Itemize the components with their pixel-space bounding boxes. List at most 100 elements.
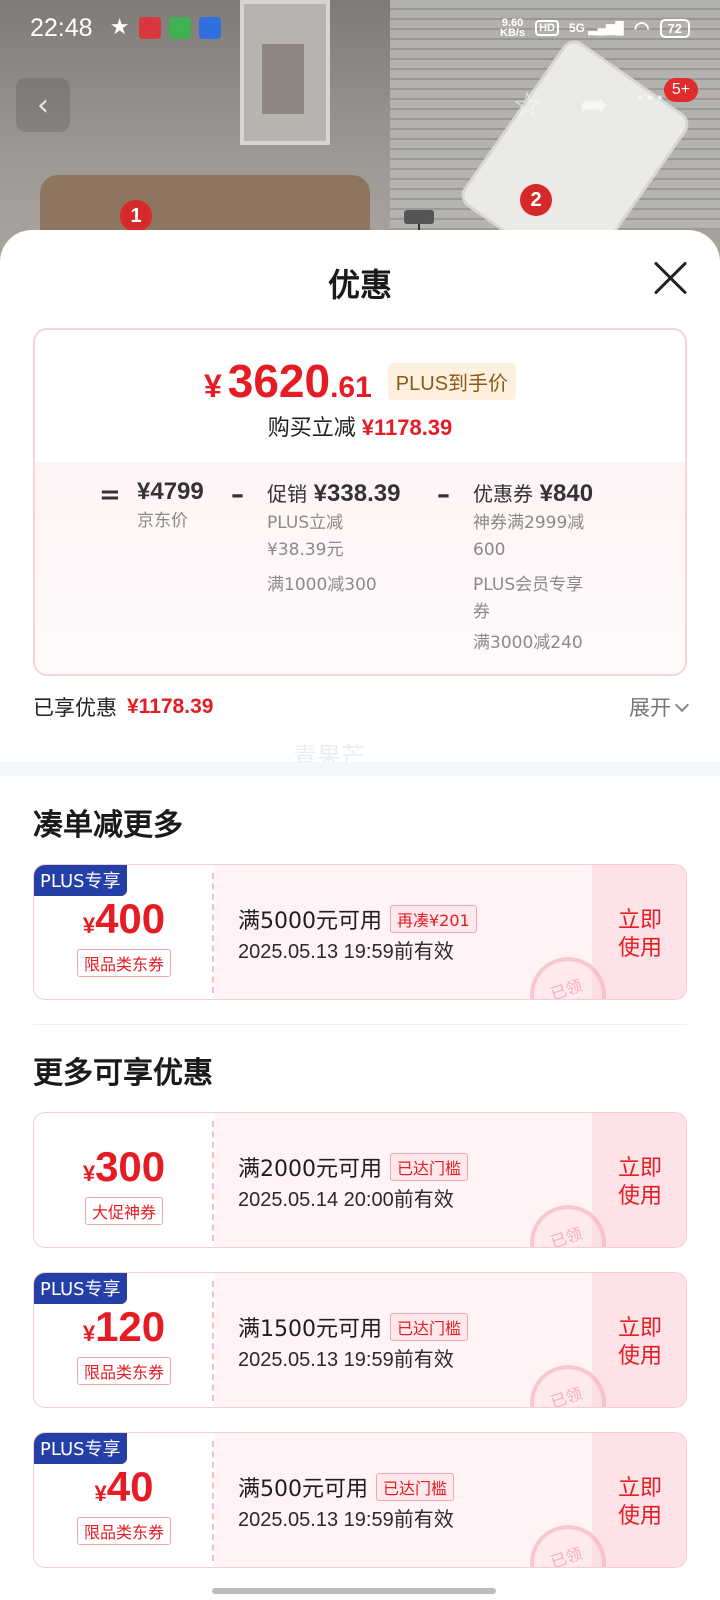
section-divider [0, 762, 720, 776]
use-now-button[interactable]: 立即使用 [592, 865, 686, 999]
coupon-currency: ¥ [82, 1161, 96, 1186]
expand-button[interactable]: 展开 [629, 692, 690, 722]
coupon-status-tag: 已达门槛 [390, 1313, 469, 1341]
coupon-value: ¥120 [34, 1303, 214, 1351]
coupon-condition: 满2000元可用 [238, 1157, 382, 1182]
use-now-label: 立即使用 [617, 908, 662, 961]
star-icon: ★ [109, 15, 130, 40]
baidu-app-icon [198, 17, 221, 39]
signal-label: 5G [569, 21, 586, 35]
base-price-label: 京东价 [137, 511, 188, 531]
share-icon[interactable]: ➦ [580, 85, 609, 125]
promo-amount: ¥338.39 [313, 480, 401, 507]
back-button[interactable]: ‹ [16, 78, 70, 132]
coupon-line: 满3000减240 [473, 633, 583, 653]
coupon-currency: ¥ [82, 913, 96, 938]
discount-amount: ¥1178.39 [361, 415, 453, 440]
price-integer: 3620 [227, 355, 331, 407]
coupon-validity: 2025.05.13 19:59前有效 [238, 941, 454, 963]
hd-icon: HD [535, 20, 559, 36]
chevron-down-icon [674, 697, 690, 712]
use-now-button[interactable]: 立即使用 [592, 1433, 686, 1567]
coupon-validity: 2025.05.13 19:59前有效 [238, 1509, 454, 1531]
coupon-type: 限品类东券 [76, 1357, 171, 1385]
coupon-type: 限品类东券 [76, 1517, 171, 1545]
coupon-currency: ¥ [82, 1321, 96, 1346]
plus-price-tag: PLUS到手价 [387, 362, 517, 400]
use-now-label: 立即使用 [617, 1476, 662, 1529]
coupon-line: 券 [473, 602, 490, 622]
coupon-status-tag: 再凑¥201 [390, 905, 477, 933]
coupon-currency: ¥ [94, 1481, 107, 1506]
use-now-button[interactable]: 立即使用 [592, 1113, 686, 1247]
coupon-card: PLUS专享 ¥120 限品类东券 已领 满1500元可用 已达门槛 2025.0… [33, 1272, 687, 1408]
price-breakdown-card: ¥ 3620 .61 PLUS到手价 购买立减 ¥1178.39 = ¥4799 … [33, 328, 687, 676]
base-price-column: ¥4799 京东价 [137, 478, 204, 537]
coupon-card: PLUS专享 ¥400 限品类东券 已领 满5000元可用 再凑¥201 2025… [33, 864, 687, 1000]
coupon-amount: 40 [106, 1463, 154, 1510]
use-now-label: 立即使用 [617, 1316, 662, 1369]
saved-amount: ¥1178.39 [127, 695, 214, 718]
coupon-amount: ¥840 [539, 480, 594, 507]
sheet-title: 优惠 [327, 266, 392, 304]
base-price: ¥4799 [137, 478, 204, 505]
plus-exclusive-badge: PLUS专享 [34, 1273, 127, 1304]
net-speed: 9.60 KB/s [500, 17, 526, 39]
coupon-label: 优惠券 [473, 482, 533, 506]
battery-icon: 72 [659, 18, 690, 38]
promo-label: 促销 [267, 482, 307, 506]
coupon-amount: 400 [95, 895, 166, 942]
discount-line: 购买立减 ¥1178.39 [35, 410, 685, 442]
coupon-validity: 2025.05.13 19:59前有效 [238, 1349, 454, 1371]
promo-column: 促销 ¥338.39 PLUS立减 ¥38.39元 满1000减300 [267, 478, 437, 601]
photo-marker-2: 2 [520, 184, 552, 216]
chevron-left-icon: ‹ [37, 87, 49, 123]
favorite-star-icon[interactable]: ☆ [512, 85, 542, 125]
coupon-card: PLUS专享 ¥40 限品类东券 已领 满500元可用 已达门槛 2025.05.… [33, 1432, 687, 1568]
video-app-icon [168, 17, 191, 39]
home-indicator[interactable] [212, 1588, 496, 1594]
plus-exclusive-badge: PLUS专享 [34, 865, 127, 896]
section-title-more-savings: 凑单减更多 [33, 808, 183, 843]
plus-exclusive-badge: PLUS专享 [34, 1433, 127, 1464]
coupon-amount: 120 [95, 1303, 166, 1350]
coupon-type: 限品类东券 [76, 949, 171, 977]
use-now-button[interactable]: 立即使用 [592, 1273, 686, 1407]
equals-sign: = [99, 480, 121, 510]
coupon-column: 优惠券 ¥840 神券满2999减 600 PLUS会员专享 券 满3000减2… [473, 478, 613, 659]
price-decimal: .61 [330, 371, 372, 404]
divider [33, 1024, 687, 1025]
coupon-line: 600 [473, 540, 506, 560]
coupon-condition: 满5000元可用 [238, 909, 382, 934]
coupon-card: ¥300 大促神券 已领 满2000元可用 已达门槛 2025.05.14 20:… [33, 1112, 687, 1248]
minus-sign: – [231, 480, 244, 510]
signal-icon: 5G ▂▄▆█ [569, 21, 624, 35]
more-icon[interactable]: ⋯ [635, 80, 665, 115]
coupon-validity: 2025.05.14 20:00前有效 [238, 1189, 454, 1211]
wifi-icon: ◠ [633, 17, 650, 38]
promo-line: ¥38.39元 [267, 540, 344, 560]
notification-icons: ★ [109, 17, 221, 39]
saved-discount-row: 已享优惠 ¥1178.39 展开 [33, 692, 690, 722]
photo-marker-1: 1 [120, 200, 152, 232]
discount-label: 购买立减 [267, 416, 356, 441]
minus-sign: – [437, 480, 450, 510]
message-badge: 5+ [664, 78, 698, 102]
saved-label: 已享优惠 [33, 696, 117, 720]
coupon-value: ¥40 [34, 1463, 214, 1511]
news-app-icon [138, 17, 161, 39]
coupon-condition: 满500元可用 [238, 1477, 368, 1502]
coupon-status-tag: 已达门槛 [390, 1153, 469, 1181]
discount-sheet: 优惠 ¥ 3620 .61 PLUS到手价 购买立减 ¥1178.39 = ¥47… [0, 230, 720, 1600]
close-icon[interactable] [650, 258, 690, 298]
coupon-type: 大促神券 [84, 1197, 163, 1225]
promo-line: 满1000减300 [267, 575, 377, 595]
final-price: ¥ 3620 .61 PLUS到手价 [35, 330, 685, 408]
section-title-more-offers: 更多可享优惠 [33, 1056, 213, 1091]
lamp [404, 210, 434, 230]
coupon-value: ¥400 [34, 895, 214, 943]
use-now-label: 立即使用 [617, 1156, 662, 1209]
currency-symbol: ¥ [203, 368, 222, 404]
expand-label: 展开 [629, 696, 671, 720]
status-time: 22:48 [30, 13, 93, 42]
